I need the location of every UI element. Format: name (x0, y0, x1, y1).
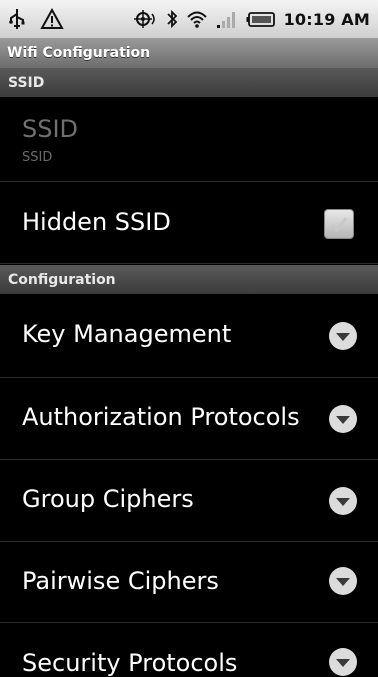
chevron-down-icon[interactable] (328, 486, 358, 516)
hidden-ssid-label: Hidden SSID (22, 208, 171, 236)
checkmark-icon (330, 217, 348, 233)
pref-pairwise-ciphers[interactable]: Pairwise Ciphers (0, 542, 378, 623)
pref-label: Authorization Protocols (22, 403, 300, 431)
battery-icon (246, 8, 276, 30)
pref-authorization-protocols[interactable]: Authorization Protocols (0, 378, 378, 460)
chevron-down-icon[interactable] (328, 321, 358, 351)
page-title: Wifi Configuration (0, 38, 378, 68)
pref-group-ciphers[interactable]: Group Ciphers (0, 460, 378, 542)
ssid-summary: SSID (22, 150, 53, 165)
ssid-title: SSID (22, 115, 79, 143)
ssid-preference[interactable]: SSID SSID (0, 97, 378, 182)
status-bar: 10:19 AM (0, 0, 378, 38)
bluetooth-icon (166, 8, 178, 30)
pref-key-management[interactable]: Key Management (0, 294, 378, 378)
section-header-ssid: SSID (0, 68, 378, 97)
chevron-down-icon[interactable] (328, 404, 358, 434)
hidden-ssid-checkbox[interactable] (324, 209, 354, 239)
pref-label: Pairwise Ciphers (22, 567, 219, 595)
chevron-down-icon[interactable] (328, 566, 358, 596)
wifi-icon (186, 8, 208, 30)
pref-security-protocols[interactable]: Security Protocols (0, 623, 378, 677)
chevron-down-icon[interactable] (328, 647, 358, 677)
pref-label: Group Ciphers (22, 485, 194, 513)
usb-icon (8, 8, 26, 30)
pref-label: Key Management (22, 320, 232, 348)
pref-label: Security Protocols (22, 649, 238, 677)
clock: 10:19 AM (283, 9, 370, 29)
signal-icon (216, 8, 238, 30)
gps-icon (132, 8, 158, 30)
hidden-ssid-preference[interactable]: Hidden SSID (0, 182, 378, 264)
section-header-configuration: Configuration (0, 265, 378, 294)
warning-icon (40, 8, 64, 30)
